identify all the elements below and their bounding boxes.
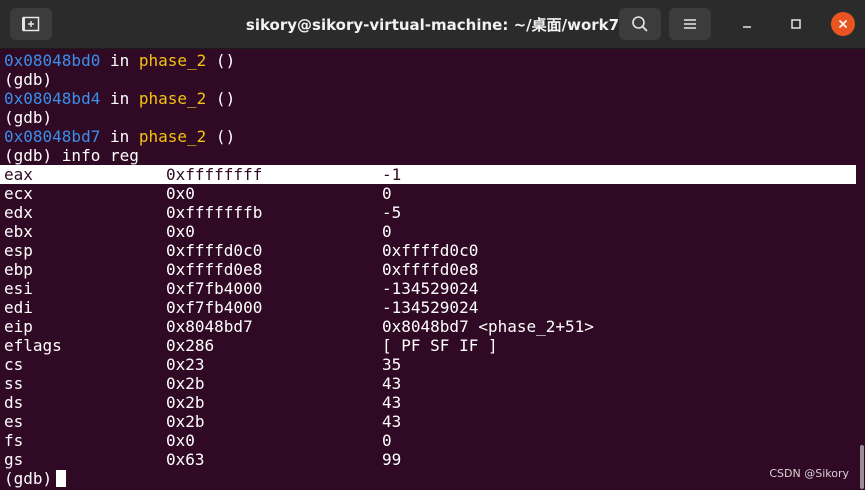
gdb-command: (gdb) info reg [4,146,139,165]
search-button[interactable] [619,8,661,40]
register-row-gs: gs 0x63 99 [4,450,402,469]
register-row-ebp: ebp 0xffffd0e8 0xffffd0e8 [4,260,479,279]
register-row-esi: esi 0xf7fb4000 -134529024 [4,279,479,298]
title-bar: sikory@sikory-virtual-machine: ~/桌面/work… [0,0,865,49]
register-row-ds: ds 0x2b 43 [4,393,402,412]
minimize-icon [743,26,751,28]
gdb-prompt: (gdb) [4,469,53,488]
maximize-icon [791,19,801,29]
register-row-eax: eax 0xffffffff -1 [0,165,856,184]
register-row-ss: ss 0x2b 43 [4,374,402,393]
trace-line: 0x08048bd4 in phase_2 () [4,89,236,108]
register-row-cs: cs 0x23 35 [4,355,402,374]
close-button[interactable] [831,12,855,36]
gdb-input-line[interactable]: (gdb) [4,469,67,488]
register-row-fs: fs 0x0 0 [4,431,392,450]
maximize-button[interactable] [784,12,808,36]
minimize-button[interactable] [735,12,759,36]
menu-button[interactable] [669,8,711,40]
register-row-eip: eip 0x8048bd7 0x8048bd7 <phase_2+51> [4,317,594,336]
close-icon [838,19,848,29]
register-row-eflags: eflags 0x286[ PF SF IF ] [4,336,498,355]
gdb-prompt: (gdb) [4,70,53,89]
hamburger-menu-icon [684,19,696,29]
terminal-output[interactable]: 0x08048bd0 in phase_2 () (gdb) 0x08048bd… [0,49,865,490]
register-row-es: es 0x2b 43 [4,412,402,431]
register-row-edi: edi 0xf7fb4000 -134529024 [4,298,479,317]
register-row-esp: esp 0xffffd0c0 0xffffd0c0 [4,241,479,260]
search-icon [632,16,648,32]
register-row-edx: edx 0xfffffffb -5 [4,203,402,222]
gdb-prompt: (gdb) [4,108,53,127]
text-cursor [56,470,67,487]
watermark: CSDN @Sikory [769,467,849,480]
scrollbar[interactable] [860,445,864,489]
register-row-ebx: ebx 0x0 0 [4,222,392,241]
trace-line: 0x08048bd7 in phase_2 () [4,127,236,146]
register-row-ecx: ecx 0x0 0 [4,184,392,203]
trace-line: 0x08048bd0 in phase_2 () [4,51,236,70]
